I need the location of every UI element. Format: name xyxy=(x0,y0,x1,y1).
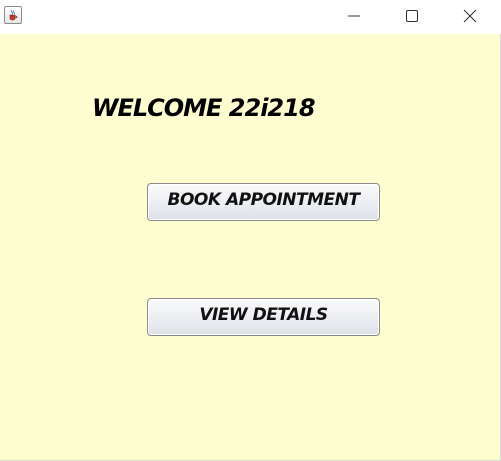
maximize-icon xyxy=(406,10,418,22)
maximize-button[interactable] xyxy=(383,0,441,32)
welcome-heading: WELCOME 22i218 xyxy=(92,94,316,122)
close-icon xyxy=(463,9,477,23)
close-button[interactable] xyxy=(441,0,499,32)
title-bar[interactable] xyxy=(0,0,501,34)
java-cup-icon[interactable] xyxy=(4,6,22,24)
app-window: WELCOME 22i218 BOOK APPOINTMENT VIEW DET… xyxy=(0,0,501,461)
minimize-button[interactable] xyxy=(325,0,383,32)
view-details-label: VIEW DETAILS xyxy=(199,304,328,325)
book-appointment-label: BOOK APPOINTMENT xyxy=(167,189,360,210)
book-appointment-button[interactable]: BOOK APPOINTMENT xyxy=(147,183,380,221)
minimize-icon xyxy=(348,15,360,17)
view-details-button[interactable]: VIEW DETAILS xyxy=(147,298,380,336)
main-panel: WELCOME 22i218 BOOK APPOINTMENT VIEW DET… xyxy=(0,34,500,460)
